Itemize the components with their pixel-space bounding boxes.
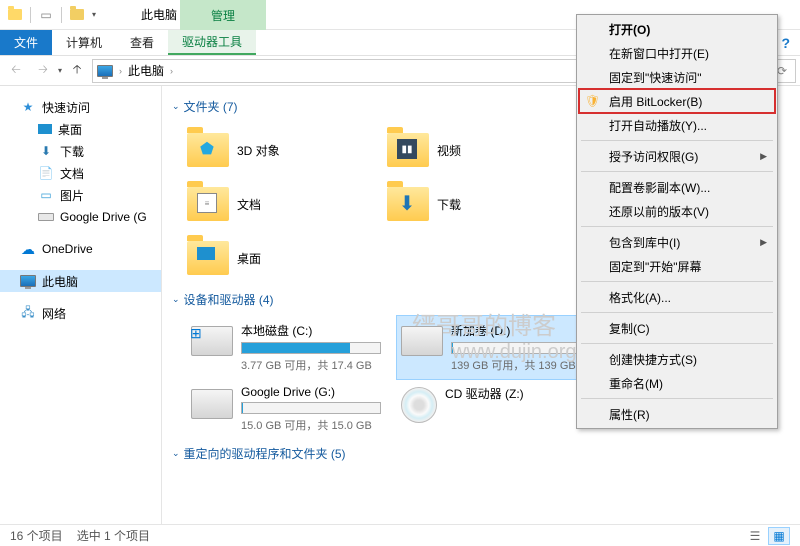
chevron-down-icon: ⌄ xyxy=(172,448,180,459)
history-dropdown-icon[interactable]: ▾ xyxy=(58,66,62,75)
this-pc-icon xyxy=(20,273,36,289)
ctx-pin-quick-access[interactable]: 固定到"快速访问" xyxy=(579,65,775,89)
document-icon: 📄 xyxy=(38,165,54,181)
sidebar-desktop[interactable]: 桌面 xyxy=(0,118,161,140)
tab-drive-tools[interactable]: 驱动器工具 xyxy=(168,30,256,55)
forward-button: 🡢 xyxy=(31,59,55,83)
disk-icon xyxy=(401,326,443,356)
ctx-autoplay[interactable]: 打开自动播放(Y)... xyxy=(579,113,775,137)
ctx-restore-previous[interactable]: 还原以前的版本(V) xyxy=(579,199,775,223)
separator xyxy=(581,281,773,282)
new-folder-icon[interactable] xyxy=(68,6,86,24)
ctx-create-shortcut[interactable]: 创建快捷方式(S) xyxy=(579,347,775,371)
navigation-pane: ★快速访问 桌面 ⬇下载 📄文档 ▭图片 Google Drive (G ☁On… xyxy=(0,86,162,524)
shield-icon: 🛡 xyxy=(585,94,600,108)
cloud-icon: ☁ xyxy=(20,241,36,257)
network-icon: 🖧 xyxy=(20,305,36,321)
sidebar-downloads[interactable]: ⬇下载 xyxy=(0,140,161,162)
ctx-open-new-window[interactable]: 在新窗口中打开(E) xyxy=(579,41,775,65)
status-bar: 16 个项目 选中 1 个项目 ☰ ▦ xyxy=(0,524,800,546)
separator xyxy=(581,312,773,313)
usage-bar xyxy=(451,342,591,354)
sidebar-documents[interactable]: 📄文档 xyxy=(0,162,161,184)
sidebar-gdrive[interactable]: Google Drive (G xyxy=(0,206,161,228)
usage-bar xyxy=(241,342,381,354)
explorer-icon xyxy=(6,6,24,24)
ctx-properties[interactable]: 属性(R) xyxy=(579,402,775,426)
chevron-right-icon: ▶ xyxy=(760,237,767,248)
sidebar-quick-access[interactable]: ★快速访问 xyxy=(0,96,161,118)
folder-videos[interactable]: ▮▮视频 xyxy=(387,123,587,177)
tab-file[interactable]: 文件 xyxy=(0,30,52,55)
folder-documents[interactable]: ≡文档 xyxy=(187,177,387,231)
sidebar-network[interactable]: 🖧网络 xyxy=(0,302,161,324)
separator xyxy=(581,226,773,227)
document-icon: ≡ xyxy=(197,193,217,213)
disk-icon xyxy=(191,326,233,356)
section-redirected[interactable]: ⌄重定向的驱动程序和文件夹 (5) xyxy=(172,445,790,462)
ctx-format[interactable]: 格式化(A)... xyxy=(579,285,775,309)
chevron-down-icon: ⌄ xyxy=(172,101,180,112)
tab-view[interactable]: 查看 xyxy=(116,30,168,55)
tab-computer[interactable]: 计算机 xyxy=(52,30,116,55)
contextual-tab-header: 管理 xyxy=(180,0,266,30)
this-pc-icon xyxy=(97,65,113,77)
up-button[interactable]: 🡡 xyxy=(65,59,89,83)
sidebar-pictures[interactable]: ▭图片 xyxy=(0,184,161,206)
ctx-enable-bitlocker[interactable]: 🛡启用 BitLocker(B) xyxy=(579,89,775,113)
download-icon: ⬇ xyxy=(397,193,417,213)
tiles-view-button[interactable]: ▦ xyxy=(768,527,790,545)
address-segment[interactable]: 此电脑 xyxy=(128,62,164,79)
ctx-pin-start[interactable]: 固定到"开始"屏幕 xyxy=(579,254,775,278)
desktop-icon xyxy=(38,124,52,134)
back-button[interactable]: 🡠 xyxy=(4,59,28,83)
window-title: 此电脑 xyxy=(141,6,177,23)
chevron-down-icon: ⌄ xyxy=(172,294,180,305)
status-selected-count: 选中 1 个项目 xyxy=(77,527,150,544)
ctx-include-library[interactable]: 包含到库中(I)▶ xyxy=(579,230,775,254)
status-item-count: 16 个项目 xyxy=(10,527,63,544)
usage-bar xyxy=(241,402,381,414)
quick-access-toolbar: ▭ ▾ xyxy=(0,6,96,24)
disk-icon xyxy=(191,389,233,419)
drive-c[interactable]: 本地磁盘 (C:) 3.77 GB 可用，共 17.4 GB xyxy=(187,316,397,379)
separator xyxy=(581,171,773,172)
sidebar-this-pc[interactable]: 此电脑 xyxy=(0,270,161,292)
folder-downloads[interactable]: ⬇下载 xyxy=(387,177,587,231)
sidebar-onedrive[interactable]: ☁OneDrive xyxy=(0,238,161,260)
ctx-open[interactable]: 打开(O) xyxy=(579,17,775,41)
ctx-copy[interactable]: 复制(C) xyxy=(579,316,775,340)
properties-icon[interactable]: ▭ xyxy=(37,6,55,24)
ctx-grant-access[interactable]: 授予访问权限(G)▶ xyxy=(579,144,775,168)
download-icon: ⬇ xyxy=(38,143,54,159)
ctx-rename[interactable]: 重命名(M) xyxy=(579,371,775,395)
separator xyxy=(581,343,773,344)
refresh-icon[interactable]: ⟳ xyxy=(777,64,787,78)
film-icon: ▮▮ xyxy=(397,139,417,159)
chevron-right-icon: ▶ xyxy=(760,151,767,162)
drive-icon xyxy=(38,209,54,225)
drive-g[interactable]: Google Drive (G:) 15.0 GB 可用，共 15.0 GB xyxy=(187,379,397,439)
picture-icon: ▭ xyxy=(38,187,54,203)
separator xyxy=(581,140,773,141)
folder-desktop[interactable]: 桌面 xyxy=(187,231,387,285)
cube-icon: ⬟ xyxy=(197,139,217,159)
cd-icon xyxy=(401,387,437,423)
help-icon[interactable]: ? xyxy=(781,35,790,51)
qat-dropdown-icon[interactable]: ▾ xyxy=(92,10,96,19)
details-view-button[interactable]: ☰ xyxy=(744,527,766,545)
folder-3d-objects[interactable]: ⬟3D 对象 xyxy=(187,123,387,177)
context-menu: 打开(O) 在新窗口中打开(E) 固定到"快速访问" 🛡启用 BitLocker… xyxy=(576,14,778,429)
star-icon: ★ xyxy=(20,99,36,115)
separator xyxy=(581,398,773,399)
desktop-icon xyxy=(197,247,215,260)
ctx-shadow-copy[interactable]: 配置卷影副本(W)... xyxy=(579,175,775,199)
